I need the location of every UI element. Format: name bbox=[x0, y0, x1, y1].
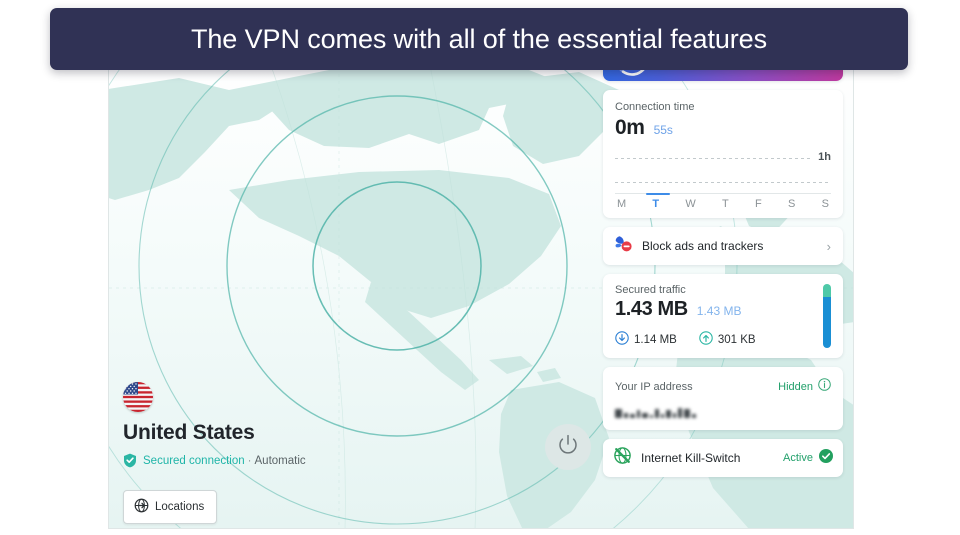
right-panel: 199 MB Get unlimited › Connection time 0… bbox=[603, 60, 843, 477]
locations-button[interactable]: Locations bbox=[123, 490, 218, 524]
ip-address-title: Your IP address bbox=[615, 381, 693, 393]
download-value: 1.14 MB bbox=[634, 333, 677, 346]
power-toggle-button[interactable] bbox=[545, 424, 591, 470]
kill-switch-globe-icon bbox=[613, 446, 632, 470]
connection-time-chart: 1h bbox=[615, 146, 831, 208]
connection-seconds: 55s bbox=[653, 123, 673, 137]
chart-active-bar bbox=[646, 192, 670, 195]
locations-button-label: Locations bbox=[155, 501, 205, 513]
connection-time-card: Connection time 0m 55s 1h M T W T F S S bbox=[603, 90, 843, 218]
headline-banner: The VPN comes with all of the essential … bbox=[50, 8, 908, 70]
download-stat: 1.14 MB bbox=[615, 331, 677, 348]
ip-status-badge: Hidden bbox=[778, 381, 813, 393]
block-ads-label: Block ads and trackers bbox=[642, 239, 764, 253]
secured-traffic-total-secondary: 1.43 MB bbox=[696, 304, 742, 318]
info-circle-icon[interactable] bbox=[818, 378, 831, 396]
globe-arrow-icon bbox=[134, 498, 149, 516]
internet-kill-switch-row[interactable]: Internet Kill-Switch Active bbox=[603, 439, 843, 477]
connection-mode-label: Automatic bbox=[254, 454, 306, 467]
vpn-app-window: United States Secured connection · Autom… bbox=[108, 60, 854, 529]
kill-switch-label: Internet Kill-Switch bbox=[641, 451, 741, 465]
kill-switch-status: Active bbox=[783, 452, 813, 464]
chart-gridline-lower bbox=[615, 182, 831, 183]
connection-minutes: 0m bbox=[615, 116, 645, 139]
connection-time-title: Connection time bbox=[615, 101, 695, 113]
status-separator: · bbox=[247, 454, 252, 467]
block-ads-trackers-icon bbox=[613, 235, 633, 258]
secured-connection-label: Secured connection bbox=[143, 454, 245, 467]
shield-check-icon bbox=[123, 453, 137, 468]
secured-traffic-card: Secured traffic 1.43 MB 1.43 MB 1.14 MB bbox=[603, 274, 843, 358]
secured-traffic-total: 1.43 MB bbox=[615, 298, 688, 320]
check-circle-icon bbox=[819, 448, 833, 468]
us-flag-icon bbox=[123, 382, 153, 412]
upload-stat: 301 KB bbox=[699, 331, 756, 348]
upload-value: 301 KB bbox=[717, 333, 756, 346]
traffic-bar-upload-segment bbox=[823, 284, 831, 298]
chevron-right-icon: › bbox=[826, 238, 831, 254]
connection-status-row: Secured connection · Automatic bbox=[123, 453, 443, 468]
location-info-block: United States Secured connection · Autom… bbox=[123, 382, 443, 524]
traffic-ratio-bar bbox=[823, 284, 831, 348]
download-arrow-icon bbox=[615, 331, 629, 348]
secured-traffic-title: Secured traffic bbox=[615, 284, 686, 296]
ip-address-card: Your IP address Hidden bbox=[603, 367, 843, 430]
page-title: United States bbox=[123, 421, 255, 444]
block-ads-and-trackers-row[interactable]: Block ads and trackers › bbox=[603, 227, 843, 265]
chart-gridline-upper bbox=[615, 158, 811, 159]
power-icon bbox=[556, 433, 580, 462]
connection-time-value: 0m 55s bbox=[615, 116, 831, 140]
ip-address-masked-value bbox=[615, 405, 727, 418]
chart-gridline-label: 1h bbox=[818, 151, 831, 163]
upload-arrow-icon bbox=[699, 331, 713, 348]
traffic-bar-download-segment bbox=[823, 297, 831, 348]
headline-text: The VPN comes with all of the essential … bbox=[191, 23, 767, 54]
